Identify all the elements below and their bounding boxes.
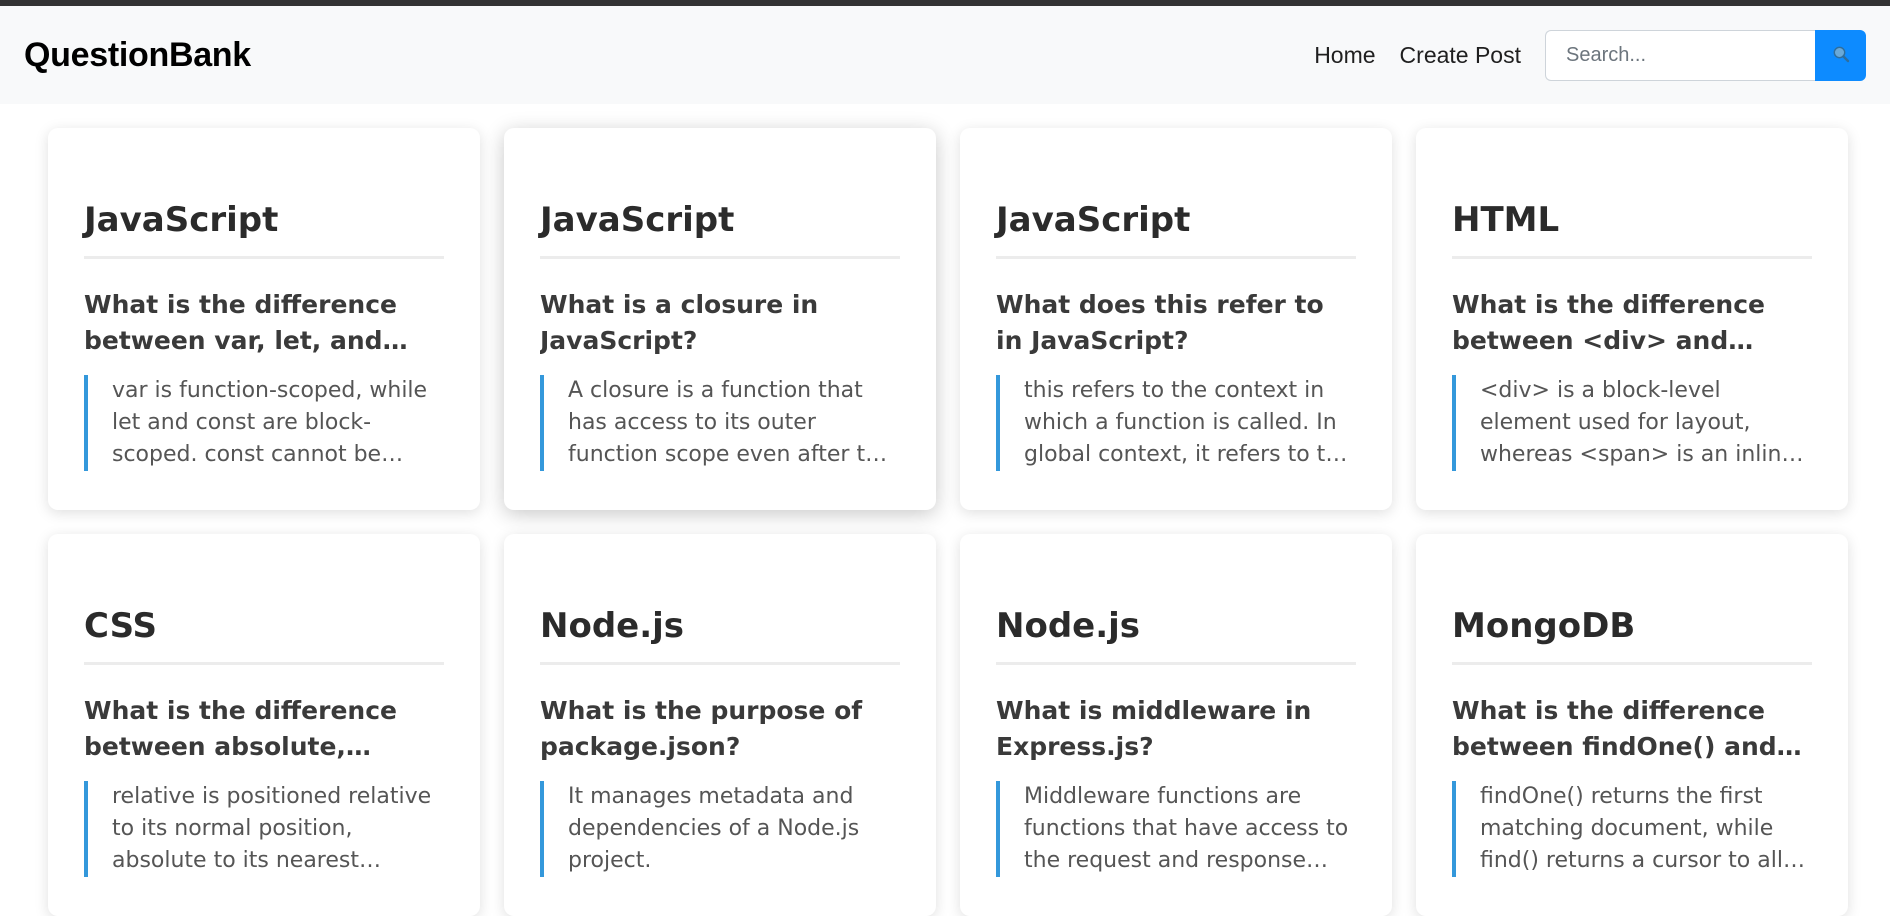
question-card[interactable]: Node.js What is the purpose of package.j… [504, 534, 936, 916]
card-topic: HTML [1452, 200, 1812, 259]
card-topic: CSS [84, 606, 444, 665]
card-question: What is the difference between absolute,… [84, 696, 397, 761]
card-answer: A closure is a function that has access … [540, 375, 900, 471]
brand-logo[interactable]: QuestionBank [24, 36, 251, 75]
card-topic: JavaScript [540, 200, 900, 259]
search-input[interactable] [1545, 29, 1815, 81]
navbar: QuestionBank Home Create Post [0, 6, 1890, 104]
question-card[interactable]: JavaScript What does this refer to in Ja… [960, 128, 1392, 510]
nav-link-create-post[interactable]: Create Post [1400, 42, 1521, 69]
card-topic: JavaScript [84, 200, 444, 259]
card-question: What is the difference between findOne()… [1452, 696, 1777, 761]
question-card[interactable]: JavaScript What is a closure in JavaScri… [504, 128, 936, 510]
card-question: What is a closure in JavaScript? [540, 290, 819, 355]
card-answer: Middleware functions are functions that … [996, 781, 1356, 877]
nav-right: Home Create Post [1314, 29, 1866, 81]
card-answer: findOne() returns the first matching doc… [1452, 781, 1812, 877]
card-topic: Node.js [540, 606, 900, 665]
card-question: What is the difference between <div> and… [1452, 290, 1765, 355]
card-question: What does this refer to in JavaScript? [996, 290, 1324, 355]
question-card[interactable]: MongoDB What is the difference between f… [1416, 534, 1848, 916]
question-card[interactable]: HTML What is the difference between <div… [1416, 128, 1848, 510]
nav-link-home[interactable]: Home [1314, 42, 1375, 69]
search-form [1545, 29, 1866, 81]
card-topic: Node.js [996, 606, 1356, 665]
question-grid: JavaScript What is the difference betwee… [0, 104, 1890, 916]
card-topic: MongoDB [1452, 606, 1812, 665]
card-topic: JavaScript [996, 200, 1356, 259]
card-answer: this refers to the context in which a fu… [996, 375, 1356, 471]
question-card[interactable]: JavaScript What is the difference betwee… [48, 128, 480, 510]
search-button[interactable] [1815, 29, 1866, 81]
card-answer: It manages metadata and dependencies of … [540, 781, 900, 877]
card-answer: relative is positioned relative to its n… [84, 781, 444, 877]
card-answer: var is function-scoped, while let and co… [84, 375, 444, 471]
question-card[interactable]: Node.js What is middleware in Express.js… [960, 534, 1392, 916]
question-card[interactable]: CSS What is the difference between absol… [48, 534, 480, 916]
card-question: What is middleware in Express.js? [996, 696, 1312, 761]
card-question: What is the difference between var, let,… [84, 290, 397, 355]
card-question: What is the purpose of package.json? [540, 696, 863, 761]
search-icon [1832, 45, 1850, 66]
card-answer: <div> is a block-level element used for … [1452, 375, 1812, 471]
